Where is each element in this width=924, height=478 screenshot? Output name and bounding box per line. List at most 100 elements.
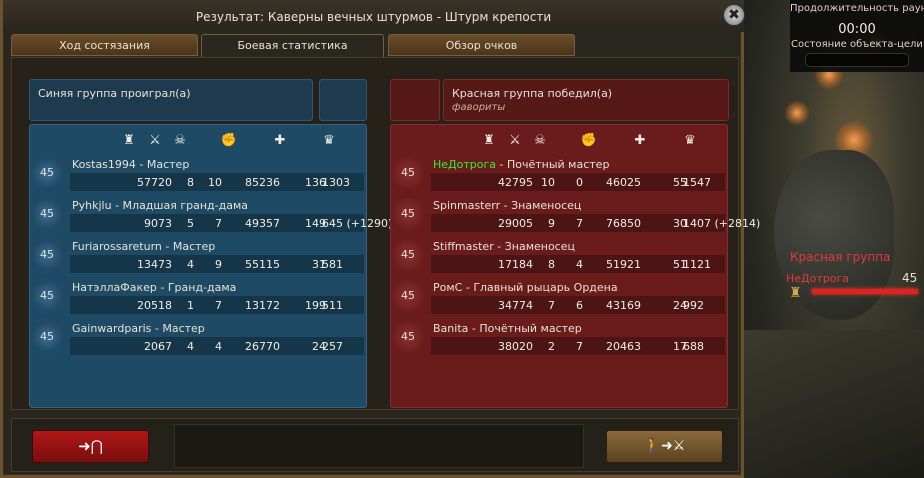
result-window: Результат: Каверны вечных штурмов - Штур…: [0, 0, 760, 478]
player-rank: Мастер: [146, 158, 190, 171]
stat-kills: 5: [187, 217, 194, 230]
crown-icon: ♛: [684, 133, 696, 148]
stat-score: 1121: [683, 258, 711, 271]
player-name: Kostas1994: [72, 158, 136, 171]
stat-score: 1303: [322, 176, 350, 189]
player-rank: Мастер: [162, 322, 205, 335]
level-badge: 45: [31, 277, 63, 315]
plus-icon: ✚: [274, 133, 286, 148]
separator: -: [462, 281, 474, 294]
separator: -: [151, 322, 163, 335]
stat-kills: 8: [548, 258, 555, 271]
objective-label: Состояние объекта-цели: [791, 39, 923, 50]
tab-score-overview[interactable]: Обзор очков: [388, 34, 575, 56]
player-rank: Главный рыцарь Ордена: [473, 281, 618, 294]
player-stats: 13473 4 9 55115 31 581: [70, 255, 364, 273]
stat-deaths: 6: [576, 299, 583, 312]
table-row[interactable]: 45 НеДотрога - Почётный мастер 42795 10 0 460…: [391, 153, 727, 194]
level-badge: 45: [31, 195, 63, 233]
duration-label: Продолжительность раунд: [790, 3, 924, 14]
stat-score: 992: [683, 299, 704, 312]
stat-healing: 46025: [606, 176, 641, 189]
blue-team-emblem: [319, 79, 367, 121]
rook-icon: ♜: [483, 133, 495, 148]
red-player-level: 45: [902, 271, 918, 285]
level-badge: 45: [31, 236, 63, 274]
player-stats: 42795 10 0 46025 55 1547: [431, 173, 725, 191]
player-stats: 38020 2 7 20463 17 688: [431, 337, 725, 355]
crossed-swords-icon: ⚔: [149, 133, 161, 148]
table-row[interactable]: 45 Gainwardparis - Мастер 2067 4 4 26770 24 257: [30, 317, 366, 358]
table-row[interactable]: 45 Pyhkjlu - Младшая гранд-дама 9073 5 7 4935…: [30, 194, 392, 235]
player-name: Pyhkjlu: [72, 199, 112, 212]
tab-combat-stats[interactable]: Боевая статистика: [201, 34, 384, 58]
stat-healing: 85236: [245, 176, 280, 189]
leave-battleground-button[interactable]: ➜⋂: [32, 430, 149, 463]
objective-bar: [805, 53, 909, 67]
table-row[interactable]: 45 Furiarossareturn - Мастер 13473 4 9 55115 3…: [30, 235, 366, 276]
window-title: Результат: Каверны вечных штурмов - Штур…: [3, 0, 744, 32]
player-name: Furiarossareturn: [72, 240, 162, 253]
separator: -: [493, 240, 505, 253]
stat-healing: 43169: [606, 299, 641, 312]
fist-icon: ✊: [220, 133, 238, 148]
red-subtitle: фавориты: [452, 102, 506, 113]
player-stats: 17184 8 4 51921 51 1121: [431, 255, 725, 273]
stat-score: 645 (+1290): [322, 217, 393, 230]
player-name: НатэллаФакер: [72, 281, 157, 294]
separator: -: [500, 199, 512, 212]
table-row[interactable]: 45 Spinmasterr - Знаменосец 29005 9 7 76850 30…: [391, 194, 760, 235]
red-team-emblem: [390, 79, 440, 121]
player-stats: 57720 8 10 85236 136 1303: [70, 173, 364, 191]
fist-icon: ✊: [580, 133, 598, 148]
plus-icon: ✚: [634, 133, 646, 148]
player-name: Banita: [433, 322, 469, 335]
skull-icon: ☠: [174, 133, 186, 148]
player-stats: 20518 1 7 13172 199 511: [70, 296, 364, 314]
stat-kills: 2: [548, 340, 555, 353]
red-result-text: Красная группа победил(а): [452, 87, 613, 100]
stat-kills: 10: [541, 176, 555, 189]
level-badge: 45: [31, 154, 63, 192]
stat-damage: 2067: [144, 340, 172, 353]
table-row[interactable]: 45 Stiffmaster - Знаменосец 17184 8 4 51921 51…: [391, 235, 727, 276]
player-stats: 2067 4 4 26770 24 257: [70, 337, 364, 355]
red-team-stats: ♜ ⚔ ☠ ✊ ✚ ♛ 45 НеДотрога - Почётный масте…: [390, 124, 760, 408]
player-name-rank: Gainwardparis - Мастер: [72, 322, 205, 335]
red-player-health-bar: [812, 289, 918, 294]
stat-score: 511: [322, 299, 343, 312]
table-row[interactable]: 45 Kostas1994 - Мастер 57720 8 10 85236 136 130…: [30, 153, 366, 194]
stat-deaths: 4: [576, 258, 583, 271]
player-name-rank: Spinmasterr - Знаменосец: [433, 199, 581, 212]
table-row[interactable]: 45 PомС - Главный рыцарь Ордена 34774 7 6 431…: [391, 276, 727, 317]
stat-deaths: 7: [576, 340, 583, 353]
level-badge: 45: [31, 318, 63, 356]
round-timer: 00:00: [838, 22, 876, 37]
stat-deaths: 7: [215, 217, 222, 230]
red-group-label: Красная группа: [790, 250, 891, 264]
level-badge: 45: [392, 277, 424, 315]
blue-team-stats: ♜ ⚔ ☠ ✊ ✚ ♛ 45 Kostas1994 - Мастер 57720 8 1…: [29, 124, 392, 408]
table-row[interactable]: 45 НатэллаФакер - Гранд-дама 20518 1 7 13172 1…: [30, 276, 366, 317]
player-name-rank: PомС - Главный рыцарь Ордена: [433, 281, 618, 294]
stat-deaths: 9: [215, 258, 222, 271]
stat-damage: 13473: [137, 258, 172, 271]
crossed-swords-icon: ⚔: [509, 133, 521, 148]
rejoin-queue-button[interactable]: 🚶➜⚔: [606, 430, 723, 463]
stat-damage: 20518: [137, 299, 172, 312]
level-badge: 45: [392, 154, 424, 192]
player-rank: Знаменосец: [511, 199, 582, 212]
tab-match-progress[interactable]: Ход состязания: [11, 34, 198, 56]
table-row[interactable]: 45 Banita - Почётный мастер 38020 2 7 20463 17…: [391, 317, 727, 358]
stat-damage: 38020: [498, 340, 533, 353]
player-rank: Младшая гранд-дама: [122, 199, 248, 212]
close-icon[interactable]: ✖: [723, 4, 745, 26]
blue-result-text: Синяя группа проиграл(а): [38, 87, 191, 100]
stat-kills: 4: [187, 340, 194, 353]
stat-kills: 9: [548, 217, 555, 230]
stat-score: 1407 (+2814): [683, 217, 761, 230]
separator: -: [156, 281, 168, 294]
player-name: PомС: [433, 281, 463, 294]
player-name-rank: Kostas1994 - Мастер: [72, 158, 189, 171]
stat-deaths: 10: [208, 176, 222, 189]
